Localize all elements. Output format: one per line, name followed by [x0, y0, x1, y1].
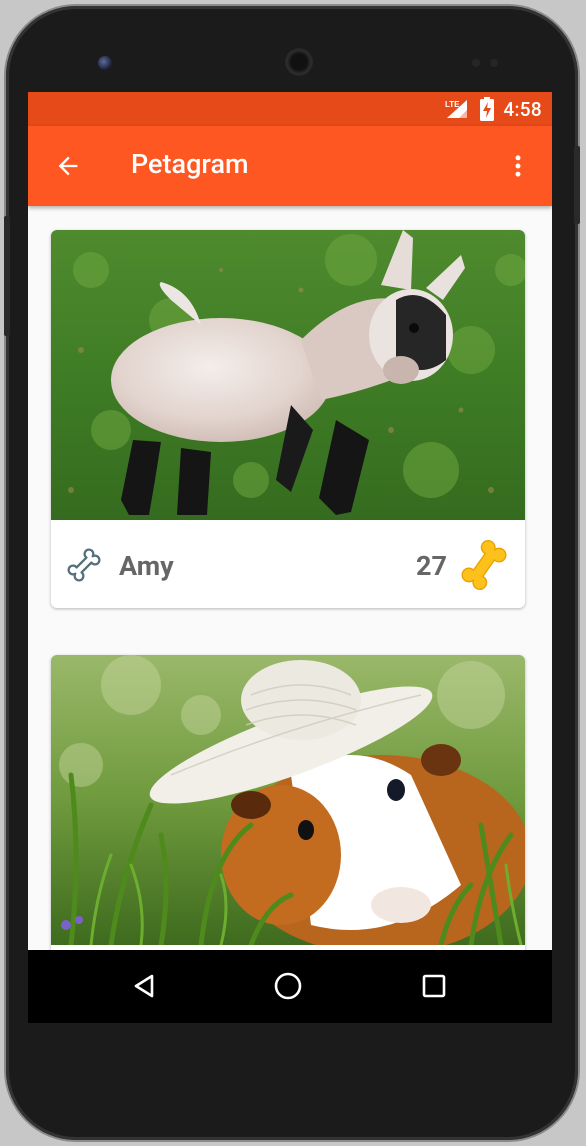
- pet-photo-guinea-pig: [51, 655, 525, 945]
- app-bar: Petagram: [28, 126, 552, 206]
- nav-back-icon: [134, 974, 154, 998]
- navigation-bar: [28, 950, 552, 1023]
- pet-list[interactable]: Amy 27: [28, 206, 552, 950]
- signal-icon: LTE: [445, 100, 468, 118]
- earpiece-speaker: [285, 48, 313, 76]
- battery-charging-icon: [480, 97, 495, 121]
- arrow-back-icon: [58, 156, 78, 176]
- nav-home-button[interactable]: [268, 966, 308, 1006]
- pet-photo-goat: [51, 230, 525, 520]
- proximity-sensor: [472, 59, 480, 67]
- status-icons: LTE 4:58: [445, 92, 542, 126]
- nav-recents-button[interactable]: [414, 966, 454, 1006]
- screen: LTE 4:58 Petagram Amy 27: [28, 92, 552, 1023]
- nav-recents-icon: [422, 974, 446, 998]
- app-title: Petagram: [131, 148, 249, 180]
- power-button: [574, 146, 580, 224]
- pet-card[interactable]: [51, 655, 525, 950]
- network-type-label: LTE: [445, 100, 460, 109]
- pet-card[interactable]: Amy 27: [51, 230, 525, 608]
- nav-back-button[interactable]: [124, 966, 164, 1006]
- status-bar: LTE 4:58: [28, 92, 552, 126]
- pet-name: Amy: [119, 550, 174, 582]
- bone-outline-icon[interactable]: [63, 544, 105, 586]
- like-count: 27: [416, 550, 447, 582]
- front-camera: [98, 56, 112, 70]
- bone-filled-icon[interactable]: [457, 538, 511, 592]
- back-button[interactable]: [48, 146, 88, 186]
- overflow-menu-button[interactable]: [498, 146, 538, 186]
- nav-home-icon: [274, 972, 302, 1000]
- status-time: 4:58: [503, 97, 542, 121]
- light-sensor: [490, 59, 498, 67]
- volume-button: [4, 216, 10, 336]
- more-vert-icon: [515, 155, 521, 177]
- pet-card-footer: Amy 27: [51, 520, 525, 608]
